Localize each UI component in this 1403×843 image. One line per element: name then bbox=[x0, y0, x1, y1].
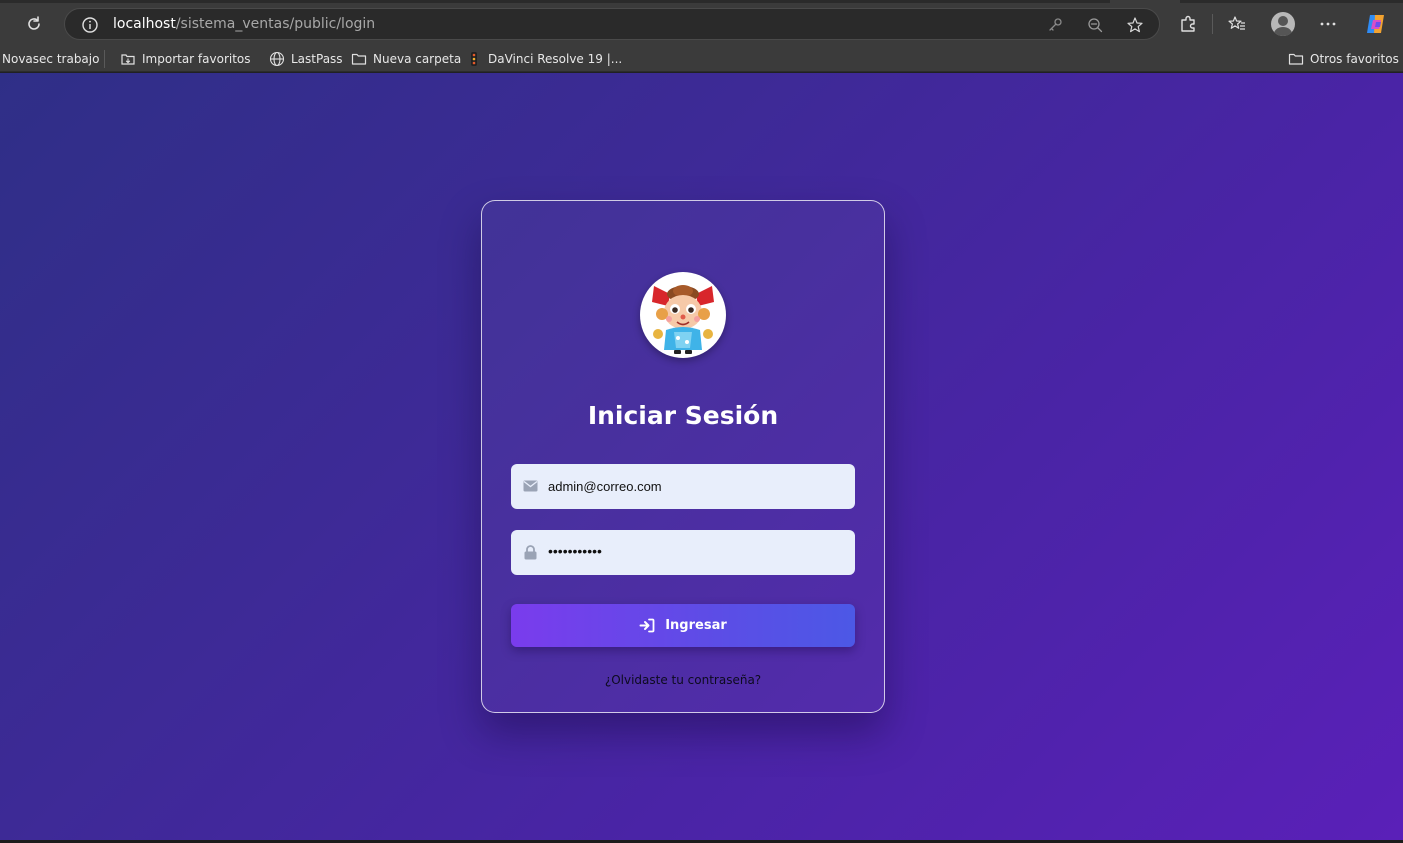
bookmark-import[interactable]: Importar favoritos bbox=[119, 49, 251, 69]
bookmark-novasec[interactable]: Novasec trabajo bbox=[2, 49, 99, 69]
url-path: /sistema_ventas/public/login bbox=[175, 16, 376, 32]
extensions-icon[interactable] bbox=[1176, 12, 1200, 36]
browser-toolbar: localhost/sistema_ventas/public/login bbox=[0, 0, 1403, 46]
login-submit-label: Ingresar bbox=[665, 618, 727, 633]
sign-in-icon bbox=[639, 618, 655, 634]
login-page: Iniciar Sesión admin@correo.com ••••••••… bbox=[0, 73, 1403, 840]
bookmark-label: Otros favoritos bbox=[1310, 52, 1399, 66]
favorites-list-icon[interactable] bbox=[1225, 12, 1249, 36]
folder-icon bbox=[350, 50, 368, 68]
more-options-icon[interactable] bbox=[1316, 12, 1340, 36]
copilot-icon[interactable] bbox=[1364, 12, 1388, 36]
bookmark-nueva-carpeta[interactable]: Nueva carpeta bbox=[350, 49, 461, 69]
site-info-icon[interactable] bbox=[81, 16, 99, 34]
tab-strip-edge bbox=[0, 0, 1110, 3]
password-value: ••••••••••• bbox=[548, 543, 602, 559]
page-title: Iniciar Sesión bbox=[587, 401, 779, 430]
import-icon bbox=[119, 50, 137, 68]
toolbar-separator bbox=[1212, 14, 1213, 34]
lock-icon bbox=[522, 544, 538, 560]
globe-icon bbox=[268, 50, 286, 68]
mascot-avatar bbox=[640, 272, 726, 358]
url-text[interactable]: localhost/sistema_ventas/public/login bbox=[113, 16, 375, 32]
forgot-password-link[interactable]: ¿Olvidaste tu contraseña? bbox=[482, 673, 884, 687]
bookmark-lastpass[interactable]: LastPass bbox=[268, 49, 343, 69]
folder-icon bbox=[1287, 50, 1305, 68]
bookmarks-separator bbox=[104, 50, 105, 68]
bookmark-davinci[interactable]: DaVinci Resolve 19 |... bbox=[465, 49, 622, 69]
favorite-star-icon[interactable] bbox=[1125, 15, 1145, 35]
zoom-out-icon[interactable] bbox=[1085, 15, 1105, 35]
profile-avatar-icon[interactable] bbox=[1271, 12, 1295, 36]
bookmark-label: Novasec trabajo bbox=[2, 52, 100, 66]
davinci-icon bbox=[465, 50, 483, 68]
password-field[interactable]: ••••••••••• bbox=[511, 530, 855, 575]
email-value: admin@correo.com bbox=[548, 479, 662, 494]
login-submit-button[interactable]: Ingresar bbox=[511, 604, 855, 647]
url-host: localhost bbox=[113, 16, 176, 32]
bookmark-label: Nueva carpeta bbox=[373, 52, 462, 66]
email-field[interactable]: admin@correo.com bbox=[511, 464, 855, 509]
bookmark-label: LastPass bbox=[291, 52, 343, 66]
tab-strip-edge-right bbox=[1180, 0, 1403, 3]
key-icon[interactable] bbox=[1045, 15, 1065, 35]
reload-icon[interactable] bbox=[22, 12, 46, 36]
bookmark-otros-favoritos[interactable]: Otros favoritos bbox=[1287, 49, 1399, 69]
bookmark-label: Importar favoritos bbox=[142, 52, 251, 66]
envelope-icon bbox=[522, 478, 538, 494]
bookmarks-bar: Novasec trabajo Importar favoritos LastP… bbox=[0, 46, 1403, 72]
address-bar[interactable]: localhost/sistema_ventas/public/login bbox=[64, 8, 1160, 40]
bookmark-label: DaVinci Resolve 19 |... bbox=[488, 52, 623, 66]
login-card: Iniciar Sesión admin@correo.com ••••••••… bbox=[481, 200, 885, 713]
